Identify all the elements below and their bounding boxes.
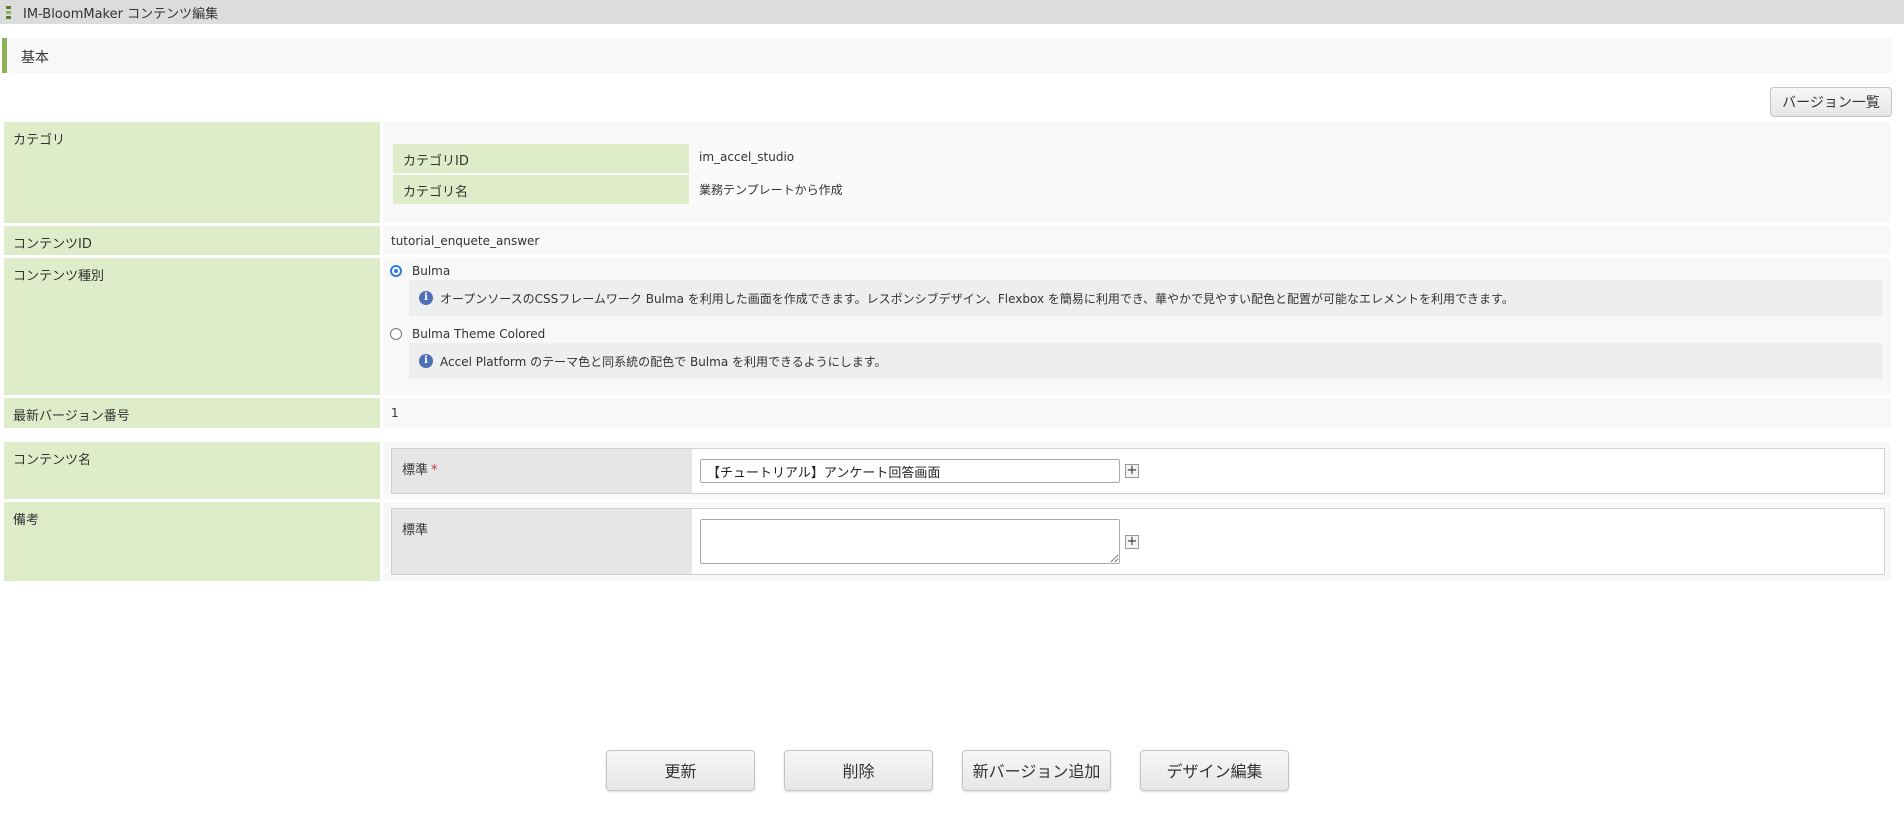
- update-button[interactable]: 更新: [606, 750, 755, 791]
- bulma-theme-info-text: Accel Platform のテーマ色と同系統の配色で Bulma を利用でき…: [440, 355, 887, 369]
- window-title: IM-BloomMaker コンテンツ編集: [23, 7, 219, 22]
- content-name-input[interactable]: [700, 459, 1120, 483]
- category-label: カテゴリ: [4, 122, 380, 223]
- latest-version-label: 最新バージョン番号: [4, 398, 380, 428]
- content-type-label: コンテンツ種別: [4, 258, 380, 395]
- content-name-label: コンテンツ名: [4, 442, 380, 499]
- latest-version-value: 1: [391, 406, 399, 420]
- radio-bulma-theme-colored-label[interactable]: Bulma Theme Colored: [412, 327, 545, 341]
- required-mark: *: [431, 463, 438, 478]
- content-type-value-cell: Bulma i オープンソースのCSSフレームワーク Bulma を利用した画面…: [383, 258, 1891, 395]
- add-locale-plus-icon[interactable]: +: [1125, 464, 1139, 478]
- category-id-value: im_accel_studio: [689, 144, 1885, 173]
- new-version-button[interactable]: 新バージョン追加: [962, 750, 1111, 791]
- content-name-locale-label: 標準 *: [392, 449, 692, 493]
- section-header: 基本: [2, 38, 1892, 73]
- category-id-label: カテゴリID: [393, 144, 689, 173]
- design-edit-button[interactable]: デザイン編集: [1140, 750, 1289, 791]
- window-title-bar: IM-BloomMaker コンテンツ編集: [0, 0, 1904, 24]
- category-name-label: カテゴリ名: [393, 175, 689, 204]
- add-locale-plus-icon[interactable]: +: [1125, 535, 1139, 549]
- bulma-info-box: i オープンソースのCSSフレームワーク Bulma を利用した画面を作成できま…: [409, 280, 1882, 316]
- radio-bulma-theme-colored[interactable]: [390, 328, 402, 340]
- section-title: 基本: [21, 50, 49, 66]
- remarks-locale-label: 標準: [392, 509, 692, 574]
- remarks-label: 備考: [4, 502, 380, 581]
- remarks-textarea[interactable]: [700, 519, 1120, 564]
- delete-button[interactable]: 削除: [784, 750, 933, 791]
- info-icon: i: [419, 354, 433, 368]
- app-logo-icon: [6, 6, 11, 20]
- content-id-label: コンテンツID: [4, 226, 380, 255]
- remarks-value-cell: 標準 +: [383, 502, 1891, 581]
- content-name-frame: 標準* +: [391, 448, 1885, 494]
- info-icon: i: [419, 291, 433, 305]
- category-name-value: 業務テンプレートから作成: [689, 175, 1885, 204]
- version-list-button[interactable]: バージョン一覧: [1770, 87, 1892, 117]
- latest-version-value-cell: 1: [383, 398, 1891, 428]
- content-id-value-cell: tutorial_enquete_answer: [383, 226, 1891, 255]
- bulma-theme-info-box: i Accel Platform のテーマ色と同系統の配色で Bulma を利用…: [409, 343, 1882, 379]
- radio-bulma-label[interactable]: Bulma: [412, 264, 450, 278]
- bulma-info-text: オープンソースのCSSフレームワーク Bulma を利用した画面を作成できます。…: [440, 292, 1514, 306]
- category-value-cell: カテゴリID im_accel_studio カテゴリ名 業務テンプレートから作…: [383, 122, 1891, 223]
- content-id-value: tutorial_enquete_answer: [391, 234, 540, 248]
- remarks-frame: 標準 +: [391, 508, 1885, 575]
- content-name-value-cell: 標準* +: [383, 442, 1891, 499]
- radio-bulma[interactable]: [390, 265, 402, 277]
